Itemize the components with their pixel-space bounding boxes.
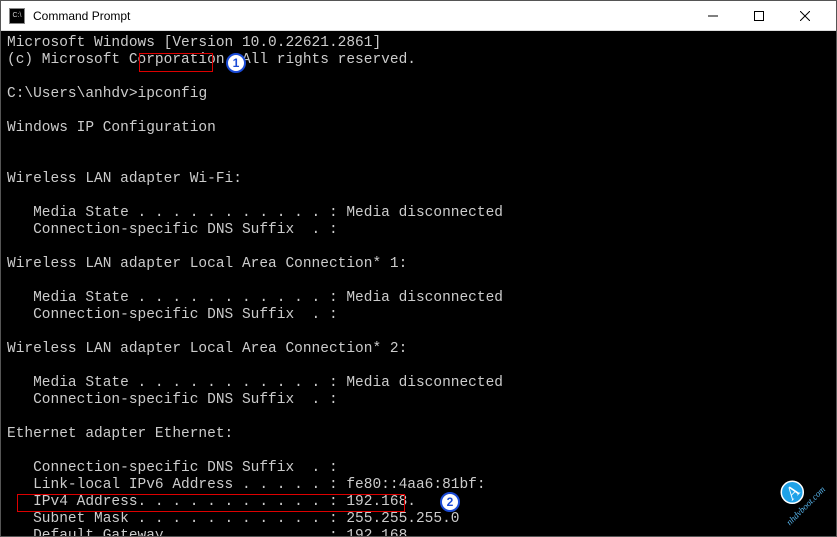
adapter-heading: Wireless LAN adapter Local Area Connecti…: [7, 256, 407, 272]
window-controls: [690, 1, 828, 31]
output-line: Connection-specific DNS Suffix . :: [7, 222, 338, 238]
adapter-heading: Wireless LAN adapter Local Area Connecti…: [7, 341, 407, 357]
output-line: Link-local IPv6 Address . . . . . : fe80…: [7, 477, 486, 493]
command-text: ipconfig: [138, 86, 208, 102]
maximize-button[interactable]: [736, 1, 782, 31]
output-line: Subnet Mask . . . . . . . . . . . : 255.…: [7, 511, 459, 527]
banner-line: Microsoft Windows [Version 10.0.22621.28…: [7, 35, 381, 51]
output-line: Connection-specific DNS Suffix . :: [7, 460, 338, 476]
output-line: Media State . . . . . . . . . . . : Medi…: [7, 205, 503, 221]
output-line: Media State . . . . . . . . . . . : Medi…: [7, 375, 503, 391]
output-line: Connection-specific DNS Suffix . :: [7, 307, 338, 323]
output-line: Connection-specific DNS Suffix . :: [7, 392, 338, 408]
titlebar[interactable]: C:\ Command Prompt: [1, 1, 836, 31]
cmd-icon: C:\: [9, 8, 25, 24]
output-line: Default Gateway . . . . . . . . . : 192.…: [7, 528, 416, 536]
adapter-heading: Wireless LAN adapter Wi-Fi:: [7, 171, 242, 187]
window-title: Command Prompt: [33, 9, 690, 23]
output-line: IPv4 Address. . . . . . . . . . . : 192.…: [7, 494, 416, 510]
adapter-heading: Ethernet adapter Ethernet:: [7, 426, 233, 442]
command-prompt-window: C:\ Command Prompt Microsoft Windows [Ve…: [0, 0, 837, 537]
prompt: C:\Users\anhdv>: [7, 86, 138, 102]
banner-line: (c) Microsoft Corporation. All rights re…: [7, 52, 416, 68]
terminal-output[interactable]: Microsoft Windows [Version 10.0.22621.28…: [1, 31, 836, 536]
minimize-button[interactable]: [690, 1, 736, 31]
close-button[interactable]: [782, 1, 828, 31]
output-line: Media State . . . . . . . . . . . : Medi…: [7, 290, 503, 306]
section-heading: Windows IP Configuration: [7, 120, 216, 136]
